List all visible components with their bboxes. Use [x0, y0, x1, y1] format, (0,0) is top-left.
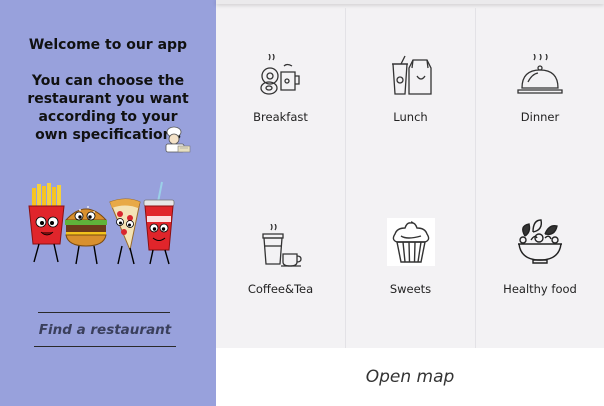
open-map-button[interactable]: Open map: [216, 348, 604, 406]
category-grid: Breakfast Lunch Dinner Coffee&Tea Sweets…: [216, 8, 604, 348]
coffee-tea-icon: [261, 224, 302, 267]
category-panel: Breakfast Lunch Dinner Coffee&Tea Sweets…: [216, 0, 604, 406]
welcome-title: Welcome to our app: [28, 37, 188, 53]
category-lunch[interactable]: Lunch: [346, 8, 476, 178]
category-coffee-tea[interactable]: Coffee&Tea: [216, 178, 346, 348]
category-label: Lunch: [393, 110, 428, 124]
food-mascots-illustration: [28, 181, 175, 265]
soda-mascot-icon: [143, 181, 175, 265]
fries-mascot-icon: [28, 183, 65, 263]
category-breakfast[interactable]: Breakfast: [216, 8, 346, 178]
category-healthy-food[interactable]: Healthy food: [476, 178, 604, 348]
find-button-bottom-rule: [34, 346, 176, 347]
category-label: Sweets: [389, 282, 432, 296]
category-label: Healthy food: [503, 282, 577, 296]
cupcake-icon: [386, 218, 435, 266]
breakfast-icon: [259, 54, 300, 95]
category-label: Breakfast: [253, 110, 308, 124]
category-dinner[interactable]: Dinner: [476, 8, 604, 178]
category-sweets[interactable]: Sweets: [346, 178, 476, 348]
category-label: Dinner: [520, 110, 560, 124]
dinner-cloche-icon: [517, 54, 563, 94]
pizza-mascot-icon: [109, 198, 141, 265]
salad-bowl-icon: [518, 219, 562, 264]
find-restaurant-button[interactable]: Find a restaurant: [34, 316, 176, 344]
chef-mascot-icon: [165, 126, 191, 153]
lunch-icon: [391, 55, 432, 95]
category-label: Coffee&Tea: [247, 282, 314, 296]
top-bar: [216, 0, 604, 4]
burger-mascot-icon: [64, 206, 108, 265]
sidebar: Welcome to our app You can choose the re…: [0, 0, 216, 406]
find-button-top-rule: [38, 312, 170, 313]
